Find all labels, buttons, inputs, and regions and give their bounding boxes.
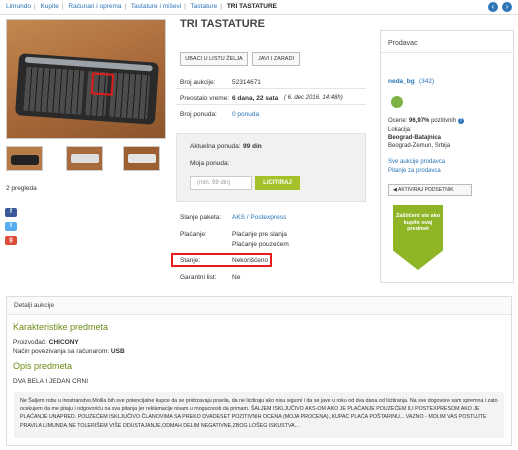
current-bid-label: Aktuelna ponuda: [190,143,241,150]
seller-name[interactable]: neda_bg [388,78,415,85]
crumb-limundo[interactable]: Limundo [6,3,31,10]
help-icon[interactable]: ? [457,118,464,124]
crumb-racunari[interactable]: Računari i oprema [68,3,121,10]
breadcrumb: Limundo | Kupite | Računari i oprema | Tast… [6,3,278,10]
bid-count-label: Broj ponuda: [180,111,217,118]
google-plus-icon[interactable]: g [5,236,17,245]
my-bid-label: Moja ponuda: [190,160,230,167]
crumb-current: TRI TASTATURE [226,3,278,10]
chevron-left-icon[interactable]: ‹ [488,2,498,12]
end-date: ( 6. dec 2016. 14:48h) [284,95,343,101]
payment-label: Plaćanje: [180,231,207,238]
description-heading: Opis predmeta [13,361,73,371]
bell-icon: ◀ [393,187,397,193]
warranty-label: Garantni list: [180,274,217,281]
location-city: Beograd-Batajnica [388,135,442,141]
shipping-link[interactable]: AKS / Postexpress [232,214,286,221]
crumb-tastature[interactable]: Tastature [191,3,218,10]
time-left-label: Preostalo vreme: [180,95,230,102]
payment-method-2: Plaćanje pouzećem [232,241,289,248]
ask-seller-link[interactable]: Pitanje za prodavca [388,168,441,174]
thumbnail-2[interactable] [66,146,103,171]
seller-notice: Ne Šaljem robu u inostranstvo.Molila bih… [14,392,504,438]
crumb-tastature-misevi[interactable]: Tastature i miševi [131,3,181,10]
current-bid: 99 din [243,143,262,150]
location-detail: Beograd-Zemun, Srbija [388,143,451,149]
location-label: Lokacija: [388,127,412,133]
auction-number: 52314671 [232,79,261,86]
payment-method-1: Plaćanje pre slanja [232,231,287,238]
page-title: TRI TASTATURE [180,18,265,30]
seller-auctions-link[interactable]: Sve aukcije prodavca [388,159,445,165]
view-count: 2 pregleda [6,185,37,192]
divider [176,88,366,89]
thumbnail-3[interactable] [123,146,160,171]
shipping-label: Slanje paketa: [180,214,222,221]
bid-count-link[interactable]: 0 ponuda [232,111,259,118]
divider [381,52,513,53]
keyboard-picture [15,53,159,125]
bid-button[interactable]: LICITIRAJ [255,176,300,190]
avatar[interactable] [391,96,403,108]
twitter-icon[interactable]: t [5,222,17,231]
warranty-value: Ne [232,274,241,281]
bid-input[interactable]: (min. 99 din) [190,176,252,190]
characteristics-heading: Karakteristike predmeta [13,322,109,332]
divider [176,104,366,105]
manufacturer-row: Proizvođač: CHICONY [13,339,79,346]
connection-row: Način povezivanja sa računarom: USB [13,348,125,355]
crumb-kupite[interactable]: Kupite [40,3,58,10]
seller-heading: Prodavac [388,40,418,47]
chevron-right-icon[interactable]: › [502,2,512,12]
condition-value: Nekorišćeno [232,257,269,264]
divider [0,14,518,15]
details-heading: Detalji aukcije [7,297,511,315]
follow-button[interactable]: JAVI I ZARADI [252,52,300,66]
seller-review-count[interactable]: (342) [419,78,434,85]
thumbnail-1[interactable] [6,146,43,171]
description-text: DVA BELA I JEDAN CRNI [13,378,89,385]
auction-number-label: Broj aukcije: [180,79,216,86]
seller-rating: Ocene: 96,97% pozitivnih ? [388,118,464,124]
reminder-button[interactable]: ◀ AKTIVIRAJ PODSETNIK [388,184,472,196]
highlight-box [90,72,115,96]
facebook-icon[interactable]: f [5,208,17,217]
time-left: 6 dana, 22 sata [232,95,279,102]
wishlist-button[interactable]: UBACI U LISTU ŽELJA [180,52,248,66]
condition-label: Stanje: [180,257,201,264]
main-product-image[interactable] [6,19,166,139]
